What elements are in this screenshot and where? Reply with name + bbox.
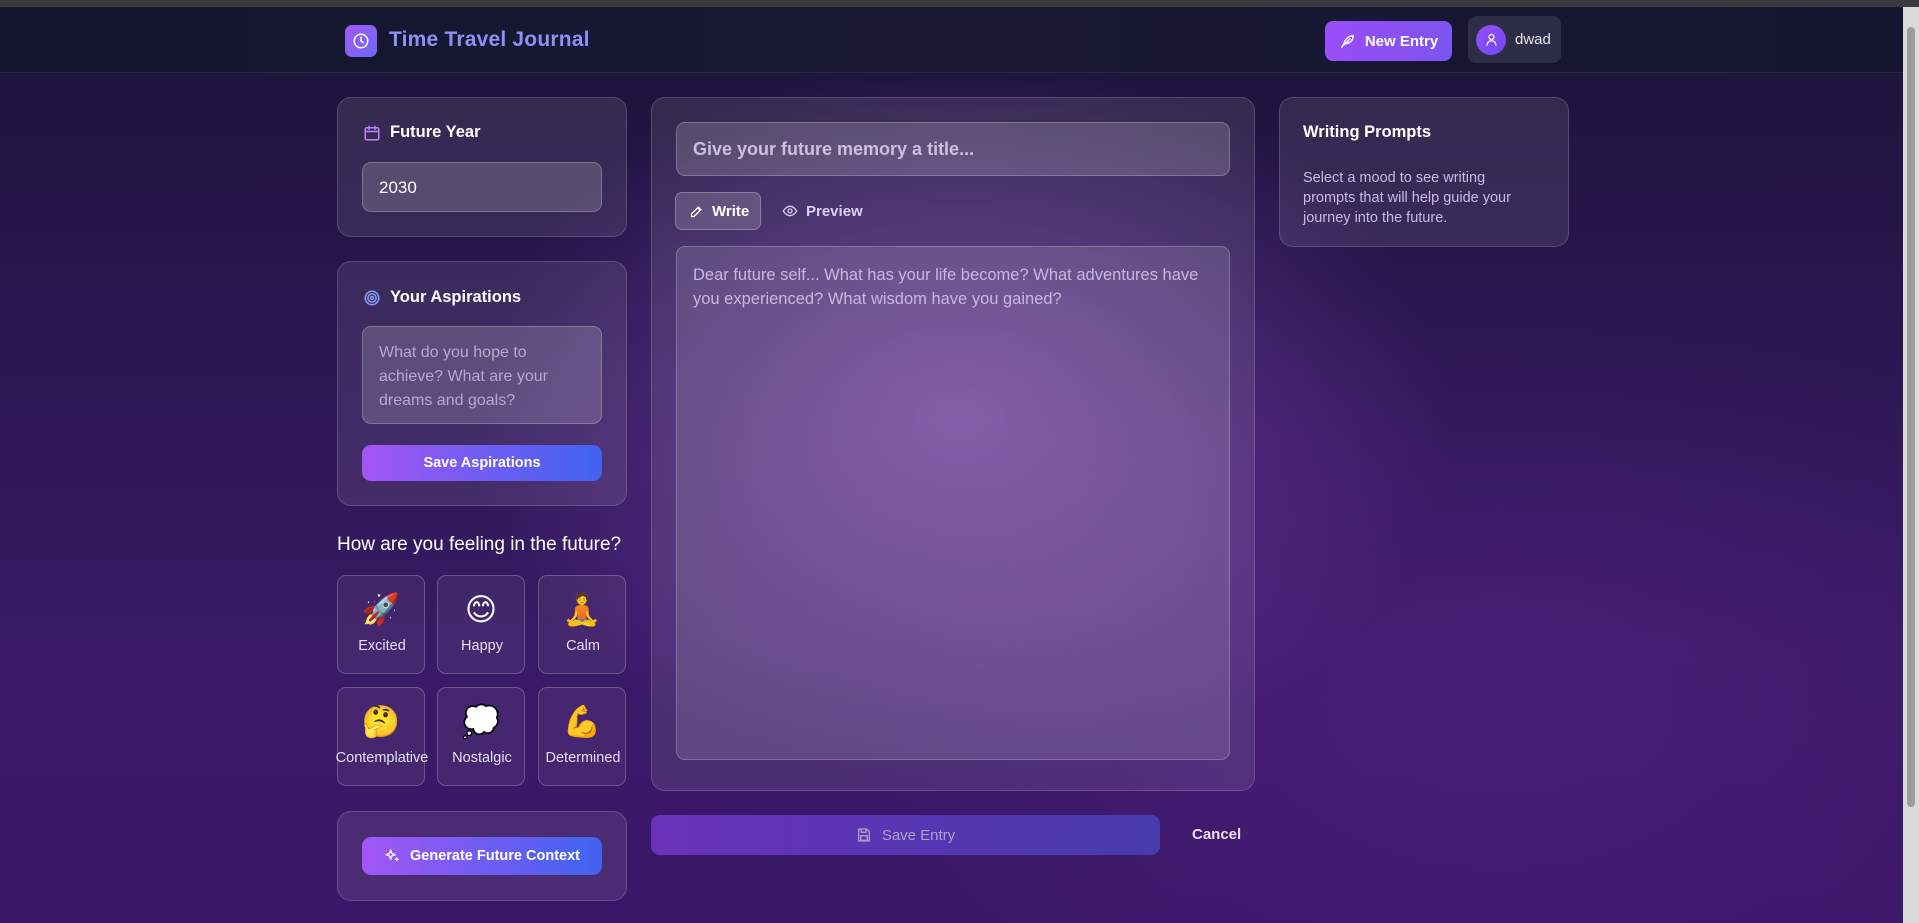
mood-question: How are you feeling in the future? bbox=[337, 534, 622, 555]
mood-option-calm[interactable]: 🧘 Calm bbox=[538, 575, 626, 674]
aspirations-card: Your Aspirations What do you hope to ach… bbox=[337, 261, 627, 506]
meditation-icon: 🧘 bbox=[562, 592, 602, 628]
mood-label: Nostalgic bbox=[452, 750, 512, 766]
target-icon bbox=[364, 290, 380, 305]
mood-option-happy[interactable]: 😊 Happy bbox=[437, 575, 525, 674]
flexed-arm-icon: 💪 bbox=[562, 704, 602, 740]
tab-preview-label: Preview bbox=[806, 202, 863, 220]
cancel-button[interactable]: Cancel bbox=[1192, 826, 1241, 843]
mood-label: Determined bbox=[545, 750, 621, 766]
aspirations-title: Your Aspirations bbox=[390, 288, 522, 306]
save-entry-label: Save Entry bbox=[881, 826, 956, 844]
thinking-face-icon: 🤔 bbox=[361, 704, 401, 740]
app-title[interactable]: Time Travel Journal bbox=[389, 28, 590, 52]
mood-label: Calm bbox=[566, 638, 600, 654]
aspirations-heading: Your Aspirations bbox=[363, 288, 521, 307]
mood-label: Excited bbox=[358, 638, 406, 654]
future-year-heading: Future Year bbox=[363, 123, 480, 142]
tab-write[interactable]: Write bbox=[675, 192, 761, 230]
new-entry-label: New Entry bbox=[1364, 32, 1439, 50]
aspirations-placeholder: What do you hope to achieve? What are yo… bbox=[379, 344, 548, 409]
feather-pen-icon bbox=[1340, 34, 1354, 48]
save-aspirations-label: Save Aspirations bbox=[423, 455, 541, 471]
entry-title-input[interactable]: Give your future memory a title... bbox=[676, 122, 1230, 176]
tab-preview[interactable]: Preview bbox=[780, 192, 880, 230]
app-header: Time Travel Journal New Entry dwad bbox=[0, 7, 1903, 73]
scrollbar[interactable] bbox=[1903, 7, 1919, 923]
future-year-input[interactable]: 2030 bbox=[362, 162, 602, 212]
tab-write-label: Write bbox=[712, 202, 750, 220]
entry-body-placeholder: Dear future self... What has your life b… bbox=[693, 266, 1199, 308]
sparkles-icon bbox=[385, 849, 399, 862]
future-year-value: 2030 bbox=[379, 178, 417, 197]
writing-prompts-card: Writing Prompts Select a mood to see wri… bbox=[1279, 97, 1569, 247]
mood-label: Contemplative bbox=[335, 750, 429, 766]
user-menu[interactable]: dwad bbox=[1468, 16, 1561, 63]
save-aspirations-button[interactable]: Save Aspirations bbox=[362, 445, 602, 481]
mood-option-nostalgic[interactable]: 💭 Nostalgic bbox=[437, 687, 525, 786]
future-year-title: Future Year bbox=[390, 123, 481, 141]
writing-prompts-title: Writing Prompts bbox=[1303, 123, 1432, 141]
user-icon bbox=[1486, 33, 1496, 46]
generate-context-label: Generate Future Context bbox=[410, 848, 580, 864]
avatar bbox=[1476, 24, 1506, 55]
mood-label: Happy bbox=[461, 638, 503, 654]
save-icon bbox=[857, 828, 870, 842]
app-logo[interactable] bbox=[345, 25, 377, 57]
clock-icon bbox=[353, 33, 369, 49]
future-year-card: Future Year 2030 bbox=[337, 97, 627, 237]
entry-body-textarea[interactable]: Dear future self... What has your life b… bbox=[676, 246, 1230, 760]
new-entry-button[interactable]: New Entry bbox=[1325, 21, 1452, 61]
rocket-icon: 🚀 bbox=[361, 592, 401, 628]
calendar-icon bbox=[364, 125, 380, 140]
aspirations-textarea[interactable]: What do you hope to achieve? What are yo… bbox=[362, 326, 602, 424]
generate-context-card: Generate Future Context bbox=[337, 811, 627, 901]
browser-top-strip bbox=[0, 0, 1919, 7]
save-entry-button[interactable]: Save Entry bbox=[651, 815, 1160, 855]
entry-title-placeholder: Give your future memory a title... bbox=[693, 139, 975, 159]
mood-option-determined[interactable]: 💪 Determined bbox=[538, 687, 626, 786]
scrollbar-thumb[interactable] bbox=[1907, 27, 1915, 807]
thought-bubble-icon: 💭 bbox=[461, 704, 501, 740]
writing-prompts-text: Select a mood to see writing prompts tha… bbox=[1303, 170, 1511, 226]
user-name: dwad bbox=[1515, 31, 1551, 48]
generate-context-button[interactable]: Generate Future Context bbox=[362, 837, 602, 875]
mood-option-excited[interactable]: 🚀 Excited bbox=[337, 575, 425, 674]
pencil-icon bbox=[690, 206, 702, 217]
mood-option-contemplative[interactable]: 🤔 Contemplative bbox=[336, 687, 428, 786]
eye-icon bbox=[782, 205, 798, 217]
smile-icon: 😊 bbox=[464, 592, 498, 628]
